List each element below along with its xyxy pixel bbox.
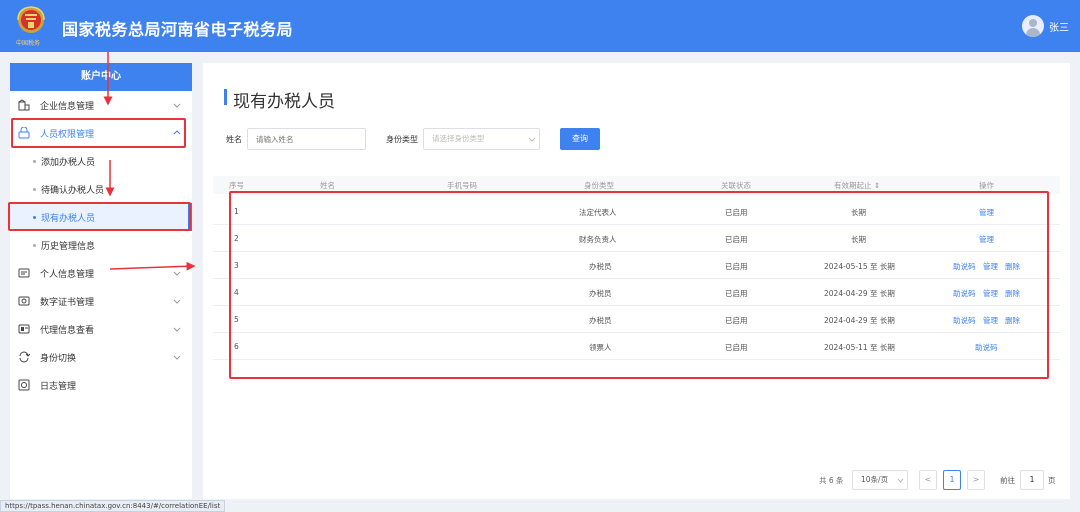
sidebar-item-log[interactable]: 日志管理 (10, 371, 192, 399)
sidebar-item-company-info[interactable]: 企业信息管理 (10, 91, 192, 119)
sidebar-sub-label: 待确认办税人员 (41, 186, 105, 196)
title-accent-bar (224, 89, 227, 105)
certificate-icon (18, 296, 30, 306)
sidebar-item-label: 身份切换 (40, 354, 77, 364)
chevron-down-icon (528, 137, 536, 142)
sidebar-item-personal-info[interactable]: 个人信息管理 (10, 259, 192, 287)
sidebar-item-switch-identity[interactable]: 身份切换 (10, 343, 192, 371)
col-header: 序号 (229, 181, 244, 190)
chevron-down-icon (173, 355, 181, 360)
chevron-down-icon (173, 103, 181, 108)
sidebar-sub-label: 历史管理信息 (41, 242, 96, 252)
sidebar-item-agent[interactable]: 代理信息查看 (10, 315, 192, 343)
col-header: 身份类型 (584, 181, 614, 190)
id-card-icon (18, 268, 30, 278)
annotation-box-current-staff (8, 202, 191, 231)
goto-page-input[interactable]: 1 (1020, 470, 1044, 490)
building-icon (18, 99, 30, 111)
chevron-down-icon (173, 327, 181, 332)
page-size-select[interactable]: 10条/页 (852, 470, 908, 490)
pager-total: 共 6 条 (819, 476, 844, 485)
agent-icon (18, 324, 30, 334)
prev-page-button[interactable]: < (919, 470, 937, 490)
next-page-button[interactable]: > (967, 470, 985, 490)
sidebar-sub-add-staff[interactable]: 添加办税人员 (10, 147, 192, 175)
top-header: 中国税务 国家税务总局河南省电子税务局 张三 (0, 0, 1080, 52)
type-filter-label: 身份类型 (386, 135, 418, 144)
app-title: 国家税务总局河南省电子税务局 (62, 20, 294, 39)
sidebar-item-label: 代理信息查看 (40, 326, 95, 336)
name-search-input[interactable] (247, 128, 366, 150)
col-header-sortable[interactable]: 有效期起止 ⇕ (834, 180, 880, 191)
col-header: 姓名 (320, 181, 335, 190)
switch-icon (19, 351, 30, 363)
goto-label: 前往 (1000, 476, 1015, 485)
sidebar-item-certificate[interactable]: 数字证书管理 (10, 287, 192, 315)
bullet-dot (33, 160, 36, 163)
chevron-down-icon (897, 478, 904, 483)
chevron-down-icon (173, 299, 181, 304)
query-button[interactable]: 查询 (560, 128, 600, 150)
sidebar-item-label: 数字证书管理 (40, 298, 95, 308)
sidebar-header: 账户中心 (10, 63, 192, 91)
sidebar-sub-label: 添加办税人员 (41, 158, 96, 168)
identity-type-select[interactable]: 请选择身份类型 (423, 128, 540, 150)
avatar[interactable] (1022, 15, 1044, 37)
page-title: 现有办税人员 (233, 92, 335, 112)
name-filter-label: 姓名 (226, 135, 242, 144)
annotation-box-permission (11, 118, 186, 148)
col-header: 操作 (979, 181, 994, 190)
log-icon (18, 379, 30, 391)
bullet-dot (33, 244, 36, 247)
sidebar-item-label: 个人信息管理 (40, 270, 95, 280)
sidebar-item-label: 日志管理 (40, 382, 77, 392)
page-1-button[interactable]: 1 (943, 470, 961, 490)
select-placeholder: 请选择身份类型 (432, 134, 485, 143)
status-bar-url: https://tpass.henan.chinatax.gov.cn:8443… (0, 500, 226, 512)
col-header: 关联状态 (721, 181, 751, 190)
sidebar-sub-pending-staff[interactable]: 待确认办税人员 (10, 175, 192, 203)
bullet-dot (33, 188, 36, 191)
sidebar-sub-history[interactable]: 历史管理信息 (10, 231, 192, 259)
sidebar-item-label: 企业信息管理 (40, 102, 95, 112)
col-header: 手机号码 (447, 181, 477, 190)
emblem-text: 中国税务 (16, 40, 41, 47)
page-size-value: 10条/页 (861, 475, 889, 484)
chevron-down-icon (173, 271, 181, 276)
user-name[interactable]: 张三 (1049, 19, 1069, 34)
page-unit-label: 页 (1048, 476, 1056, 485)
annotation-box-table (229, 191, 1049, 379)
